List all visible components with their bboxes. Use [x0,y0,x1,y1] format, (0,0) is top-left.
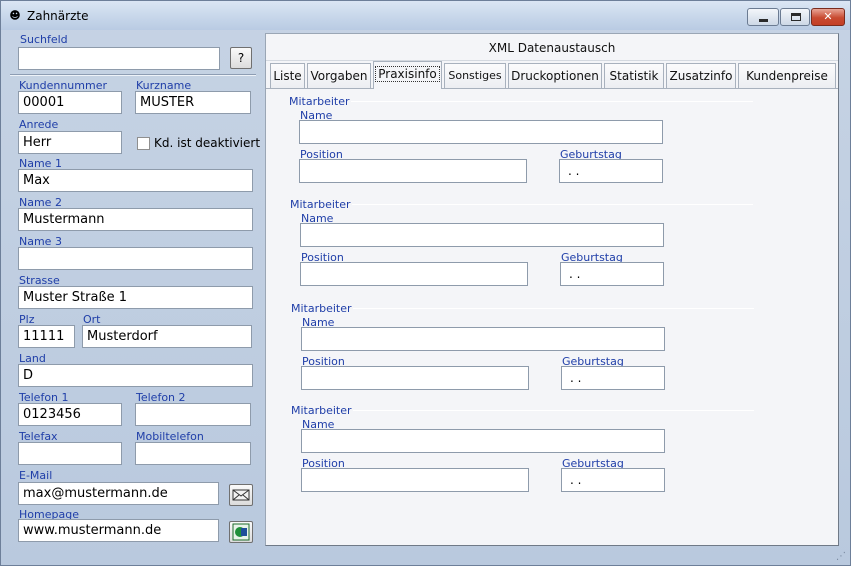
street-field[interactable]: Muster Straße 1 [18,286,253,309]
tab-zusatzinfo[interactable]: Zusatzinfo [666,63,736,88]
tab-statistik[interactable]: Statistik [604,63,664,88]
tooth-icon: ☻ [9,9,21,22]
maximize-icon [791,13,801,21]
divider [10,74,256,76]
employee-group-title: Mitarbeiter [291,404,352,417]
resize-grip-icon[interactable]: ⋰ [836,551,848,563]
employee-name-field[interactable] [299,120,663,144]
title-bar[interactable]: ☻ Zahnärzte ✕ [1,1,850,30]
salutation-label: Anrede [19,118,59,131]
xml-exchange-panel: XML Datenaustausch Liste Vorgaben Praxis… [265,33,839,546]
employee-birthday-field[interactable]: . . [559,159,663,183]
name1-field[interactable]: Max [18,169,253,192]
salutation-field[interactable]: Herr [18,131,122,154]
tab-druckoptionen[interactable]: Druckoptionen [508,63,602,88]
employee-name-field[interactable] [301,429,665,453]
minimize-icon [759,19,768,22]
employee-group-title: Mitarbeiter [291,302,352,315]
web-browser-icon [232,523,250,541]
tab-kundenpreise[interactable]: Kundenpreise [738,63,836,88]
employee-position-field[interactable] [301,468,529,492]
tab-vorgaben[interactable]: Vorgaben [307,63,371,88]
employee-birthday-field[interactable]: . . [561,366,665,390]
name2-field[interactable]: Mustermann [18,208,253,231]
tab-liste[interactable]: Liste [270,63,305,88]
city-field[interactable]: Musterdorf [82,325,252,348]
search-label: Suchfeld [20,33,68,46]
deactivated-label[interactable]: Kd. ist deaktiviert [154,136,260,150]
maximize-button[interactable] [780,8,810,26]
app-window: ☻ Zahnärzte ✕ Suchfeld ? Kundennummer 00… [0,0,851,566]
shortname-field[interactable]: MUSTER [135,91,251,114]
close-button[interactable]: ✕ [811,8,845,26]
phone2-field[interactable] [135,403,251,426]
employee-name-field[interactable] [301,327,665,351]
employee-position-field[interactable] [299,159,527,183]
employee-position-field[interactable] [300,262,528,286]
mail-send-icon [232,489,250,501]
mobile-field[interactable] [135,442,251,465]
employee-position-field[interactable] [301,366,529,390]
email-field[interactable]: max@mustermann.de [18,482,219,505]
customer-number-field[interactable]: 00001 [18,91,122,114]
deactivated-checkbox[interactable] [137,137,150,150]
tab-praxisinfo[interactable]: Praxisinfo [373,61,442,89]
window-title: Zahnärzte [27,9,89,23]
group-rule [353,410,754,411]
employee-birthday-field[interactable]: . . [560,262,664,286]
tab-sonstiges[interactable]: Sonstiges [444,63,506,88]
close-icon: ✕ [823,10,833,23]
group-rule [353,308,754,309]
tab-divider [266,88,838,89]
employee-group-title: Mitarbeiter [290,198,351,211]
email-label: E-Mail [19,469,53,482]
phone1-field[interactable]: 0123456 [18,403,122,426]
minimize-button[interactable] [747,8,779,26]
name3-field[interactable] [18,247,253,270]
panel-header: XML Datenaustausch [266,34,838,61]
homepage-field[interactable]: www.mustermann.de [18,519,219,542]
open-homepage-button[interactable] [229,521,253,543]
country-field[interactable]: D [18,364,253,387]
employee-birthday-field[interactable]: . . [561,468,665,492]
search-help-button[interactable]: ? [230,47,252,69]
search-input[interactable] [18,47,220,70]
employee-name-field[interactable] [300,223,664,247]
group-rule [352,204,753,205]
fax-field[interactable] [18,442,122,465]
send-email-button[interactable] [229,484,253,506]
employee-group-title: Mitarbeiter [289,95,350,108]
zip-field[interactable]: 11111 [18,325,75,348]
tab-bar: Liste Vorgaben Praxisinfo Sonstiges Druc… [266,61,838,89]
group-rule [351,101,753,102]
